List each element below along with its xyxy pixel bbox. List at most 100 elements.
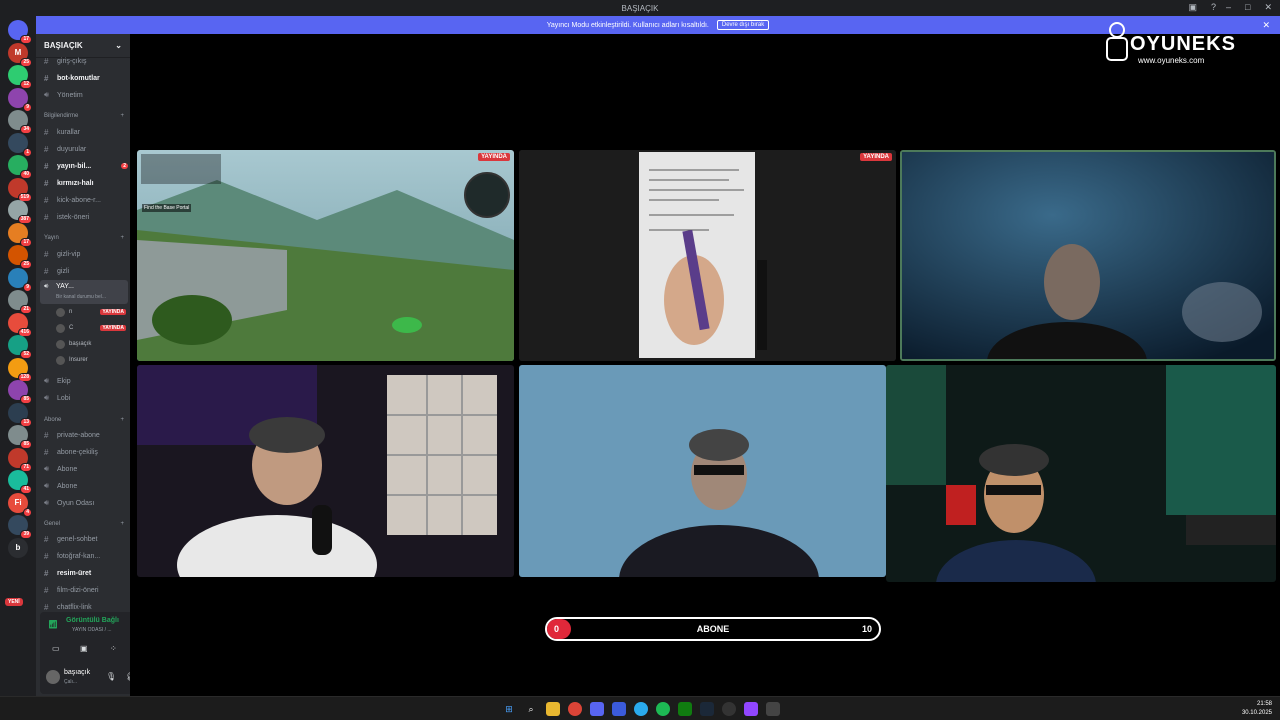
server-icon[interactable]: 387 (8, 200, 32, 224)
text-channel[interactable]: # kick-abone-r... (44, 193, 128, 207)
stream-tile-cam-4[interactable] (886, 365, 1276, 582)
add-channel-icon[interactable]: + (120, 417, 124, 423)
stream-tile-cam-2[interactable] (137, 365, 514, 577)
text-channel[interactable]: # abone-çekiliş (44, 445, 128, 459)
channel-category[interactable]: Genel + (44, 521, 124, 527)
server-icon[interactable]: 85 (8, 425, 32, 449)
server-icon[interactable]: 41 (8, 470, 32, 494)
text-channel[interactable]: # yayın-bil... 2 (44, 159, 128, 173)
text-channel[interactable]: # gizli (44, 264, 128, 278)
screen-share-icon[interactable]: ▣ (80, 644, 88, 653)
voice-channel-name[interactable]: YAYIN ODASI / ... (72, 627, 112, 633)
text-channel[interactable]: # private-abone (44, 428, 128, 442)
voice-user[interactable]: Insurer (56, 354, 126, 366)
text-channel[interactable]: # resim-üret (44, 566, 128, 580)
text-channel[interactable]: # gizli-vip (44, 247, 128, 261)
add-channel-icon[interactable]: + (120, 521, 124, 527)
server-icon[interactable]: 519 (8, 177, 32, 202)
camera-icon[interactable]: ▭ (52, 644, 60, 653)
add-channel-icon[interactable]: + (120, 113, 124, 119)
avatar (56, 323, 65, 333)
channel-label: kurallar (57, 128, 80, 136)
server-icon[interactable]: b (8, 537, 28, 558)
server-icon[interactable]: 12 (8, 65, 32, 89)
voice-channel[interactable]: 🔊︎ Ekip (44, 374, 128, 388)
server-icon[interactable]: 1 (8, 132, 32, 157)
server-icon[interactable]: 17 (8, 222, 32, 247)
server-icon[interactable]: 40 (8, 155, 32, 179)
server-icon[interactable]: 128 (8, 357, 32, 382)
voice-user[interactable]: C YAYINDA (56, 322, 126, 334)
server-icon[interactable]: 21 (8, 290, 32, 314)
clock[interactable]: 21:58 30.10.2025 (1242, 700, 1272, 718)
server-badge: 4 (23, 507, 32, 517)
microphone-icon[interactable]: 🎙︎ (106, 672, 116, 681)
stream-tile-cam-3[interactable] (519, 365, 886, 577)
close-icon[interactable]: ✕ (1264, 2, 1272, 13)
activities-icon[interactable]: ⁘ (110, 644, 117, 653)
server-icon[interactable]: 52 (8, 335, 32, 359)
server-badge: 17 (20, 35, 32, 44)
stream-tile-math[interactable]: YAYINDA (519, 150, 896, 361)
voice-channel[interactable]: 🔊︎ Yönetim (44, 88, 128, 102)
server-icon[interactable]: 13 (8, 402, 32, 427)
avatar[interactable] (46, 670, 60, 684)
banner-close-icon[interactable]: ✕ (1262, 20, 1270, 31)
voice-channel[interactable]: 🔊︎ Abone (44, 462, 128, 476)
server-icon[interactable]: 416 (8, 312, 32, 337)
text-channel[interactable]: # film-dizi-öneri (44, 583, 128, 597)
server-icon[interactable]: 34 (8, 110, 32, 134)
server-icon[interactable]: 25 (8, 245, 32, 269)
server-icon[interactable]: Fi 4 (8, 492, 32, 517)
voice-user[interactable]: başıaçık (56, 338, 126, 350)
voice-user[interactable]: n YAYINDA (56, 306, 126, 318)
channel-category[interactable]: Bilgilendirme + (44, 113, 124, 119)
server-icon[interactable]: 9 (8, 267, 32, 292)
search-icon[interactable]: ⌕ (524, 702, 538, 716)
text-channel[interactable]: # giriş-çıkış (44, 54, 128, 68)
text-channel[interactable]: # fotoğraf-kan... (44, 549, 128, 563)
banner-text: Yayıncı Modu etkinleştirildi. Kullanıcı … (546, 21, 709, 29)
stream-tile-game[interactable]: Find the Base Portal YAYINDA (137, 150, 514, 361)
spotify-icon[interactable] (656, 702, 670, 716)
app-icon[interactable] (766, 702, 780, 716)
category-label: Bilgilendirme (44, 113, 79, 119)
server-icon[interactable]: 85 (8, 380, 32, 404)
text-channel[interactable]: # genel-sohbet (44, 532, 128, 546)
start-icon[interactable]: ⊞ (502, 702, 516, 716)
server-icon[interactable]: M 25 (8, 42, 32, 67)
steam-icon[interactable] (700, 702, 714, 716)
channel-label: bot-komutlar (57, 74, 100, 82)
text-channel[interactable]: # kırmızı-halı (44, 176, 128, 190)
twitch-icon[interactable] (744, 702, 758, 716)
file-explorer-icon[interactable] (546, 702, 560, 716)
text-channel[interactable]: # istek-öneri (44, 210, 128, 224)
channel-category[interactable]: Abone + (44, 417, 124, 423)
server-icon[interactable]: 9 (8, 87, 32, 112)
minimize-icon[interactable]: – (1226, 2, 1231, 13)
app-icon[interactable] (612, 702, 626, 716)
voice-channel[interactable]: 🔊︎ Lobi (44, 391, 128, 405)
obs-icon[interactable] (722, 702, 736, 716)
voice-channel[interactable]: 🔊︎ Abone (44, 479, 128, 493)
add-channel-icon[interactable]: + (120, 235, 124, 241)
discord-icon[interactable] (590, 702, 604, 716)
disable-streamer-mode-button[interactable]: Devre dışı bırak (716, 20, 770, 30)
stream-tile-cam-1[interactable] (900, 150, 1276, 361)
server-icon[interactable]: 39 (8, 515, 32, 539)
text-channel[interactable]: # duyurular (44, 142, 128, 156)
telegram-icon[interactable] (634, 702, 648, 716)
xbox-icon[interactable] (678, 702, 692, 716)
server-icon[interactable]: 17 (8, 20, 32, 44)
inbox-icon[interactable]: ▣ (1188, 2, 1197, 13)
help-icon[interactable]: ? (1211, 2, 1216, 13)
chrome-icon[interactable] (568, 702, 582, 716)
text-channel[interactable]: # bot-komutlar (44, 71, 128, 85)
active-voice-channel[interactable]: 🔊︎ YAY... Bir kanal durumu bel... (40, 280, 128, 304)
voice-channel[interactable]: 🔊︎ Oyun Odası (44, 496, 128, 510)
channel-category[interactable]: Yayın + (44, 235, 124, 241)
server-icon[interactable]: 71 (8, 447, 32, 472)
text-channel[interactable]: # kurallar (44, 125, 128, 139)
subscriber-goal-bar: 0 ABONE 10 (545, 617, 881, 641)
maximize-icon[interactable]: □ (1245, 2, 1250, 13)
